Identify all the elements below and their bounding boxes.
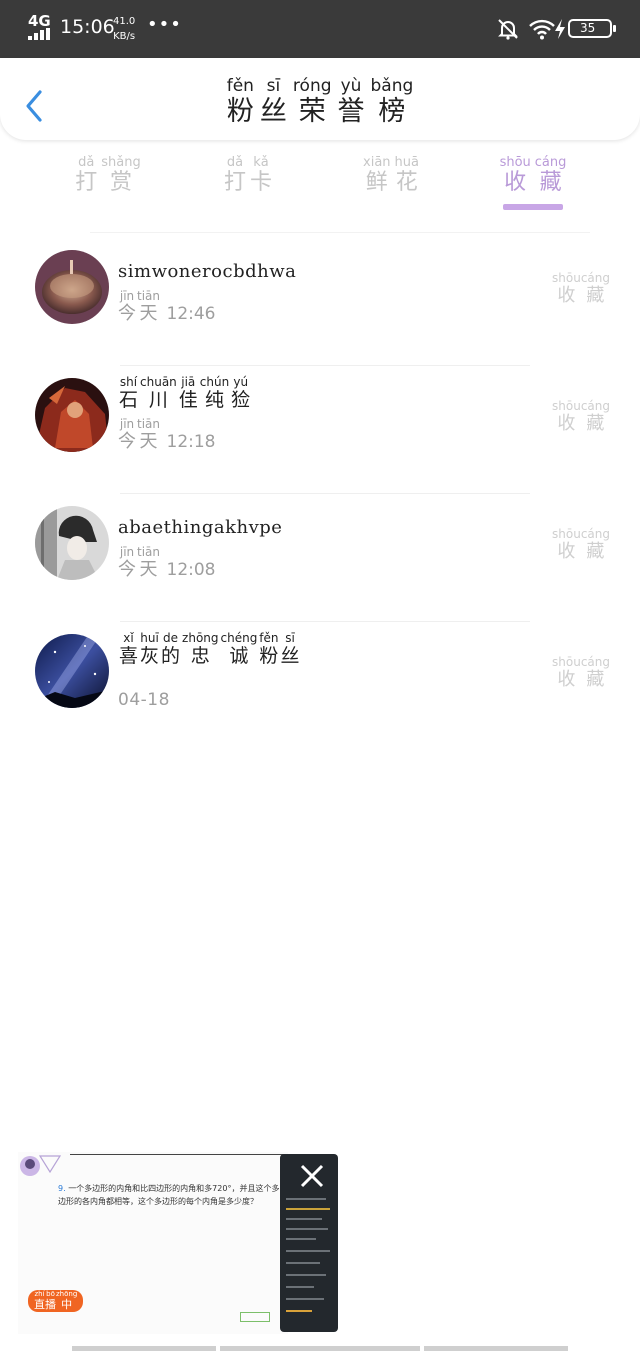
tab-favorites[interactable]: 收shōu藏cáng [473, 155, 593, 196]
divider [90, 232, 590, 233]
more-notifications-icon: ••• [147, 14, 182, 35]
avatar [35, 634, 109, 708]
list-item[interactable]: 喜xǐ灰huī的de忠zhōng诚chéng粉fěn丝sī 04-18 收shō… [0, 622, 640, 750]
active-tab-indicator [503, 204, 563, 210]
timestamp: 今jīn天tiān12:46 [118, 289, 216, 324]
favorite-label: 收shōu藏cáng [552, 399, 610, 434]
battery-icon: 35 [568, 19, 616, 38]
avatar [35, 506, 109, 580]
nav-bar-segment [72, 1346, 216, 1351]
page-header: 粉fěn丝sī荣róng誉yù榜bǎng [0, 58, 640, 140]
title-char: 榜bǎng [370, 76, 414, 127]
wifi-icon [529, 19, 555, 40]
network-speed: 41.0 KB/s [113, 14, 135, 44]
stamp-icon [240, 1312, 270, 1322]
nav-bar-segment [424, 1346, 568, 1351]
user-name: 石shí川chuān佳jiā纯chún猃yú [119, 375, 251, 411]
nav-bar-segment [220, 1346, 420, 1351]
close-icon[interactable] [298, 1162, 326, 1190]
title-char: 粉fěn [226, 76, 254, 127]
favorite-label: 收shōu藏cáng [552, 527, 610, 562]
time-value: 12:18 [166, 432, 216, 452]
live-badge: 直zhí播bō中zhōng [28, 1290, 84, 1312]
teacher-avatar-icon [20, 1155, 62, 1176]
time-value: 12:08 [166, 560, 216, 580]
status-bar: 4G 15:06 41.0 KB/s ••• 35 [0, 0, 640, 58]
speed-value: 41.0 [113, 16, 136, 27]
timestamp: 今jīn天tiān12:18 [118, 417, 216, 452]
favorite-label: 收shōu藏cáng [552, 655, 610, 690]
stream-video: 9. 一个多边形的内角和比四边形的内角和多720°，并且这个多边形的各内角都相等… [18, 1152, 288, 1334]
favorite-label: 收shōu藏cáng [552, 271, 610, 306]
title-char: 誉yù [337, 76, 365, 127]
user-name: simwonerocbdhwa [118, 261, 297, 282]
time-value: 12:46 [166, 304, 216, 324]
list-item[interactable]: simwonerocbdhwa 今jīn天tiān12:46 收shōu藏cán… [0, 238, 640, 366]
timestamp: 04-18 [118, 690, 170, 710]
speed-unit: KB/s [113, 31, 136, 42]
tab-flowers[interactable]: 鲜xiān花huā [331, 155, 451, 196]
tab-tip[interactable]: 打dǎ赏shǎng [48, 155, 168, 196]
battery-level: 35 [580, 21, 596, 35]
avatar [35, 378, 109, 452]
title-char: 丝sī [259, 76, 287, 127]
charging-icon [555, 19, 565, 39]
user-name: abaethingakhvpe [118, 517, 283, 538]
avatar [35, 250, 109, 324]
live-stream-window[interactable]: 9. 一个多边形的内角和比四边形的内角和多720°，并且这个多边形的各内角都相等… [18, 1152, 338, 1334]
signal-icon [28, 28, 54, 40]
tab-bar: 打dǎ赏shǎng 打dǎ卡kǎ 鲜xiān花huā 收shōu藏cáng [0, 150, 640, 220]
list-item[interactable]: abaethingakhvpe 今jīn天tiān12:08 收shōu藏cán… [0, 494, 640, 622]
timestamp: 今jīn天tiān12:08 [118, 545, 216, 580]
clock: 15:06 [60, 16, 115, 38]
user-name: 喜xǐ灰huī的de忠zhōng诚chéng粉fěn丝sī [119, 631, 300, 667]
divider [70, 1154, 284, 1155]
title-char: 荣róng [292, 76, 332, 127]
page-title: 粉fěn丝sī荣róng誉yù榜bǎng [0, 76, 640, 128]
list-item[interactable]: 石shí川chuān佳jiā纯chún猃yú 今jīn天tiān12:18 收s… [0, 366, 640, 494]
question-text: 9. 一个多边形的内角和比四边形的内角和多720°，并且这个多边形的各内角都相等… [58, 1184, 280, 1206]
bell-off-icon [498, 19, 518, 40]
tab-check-in[interactable]: 打dǎ卡kǎ [188, 155, 308, 196]
